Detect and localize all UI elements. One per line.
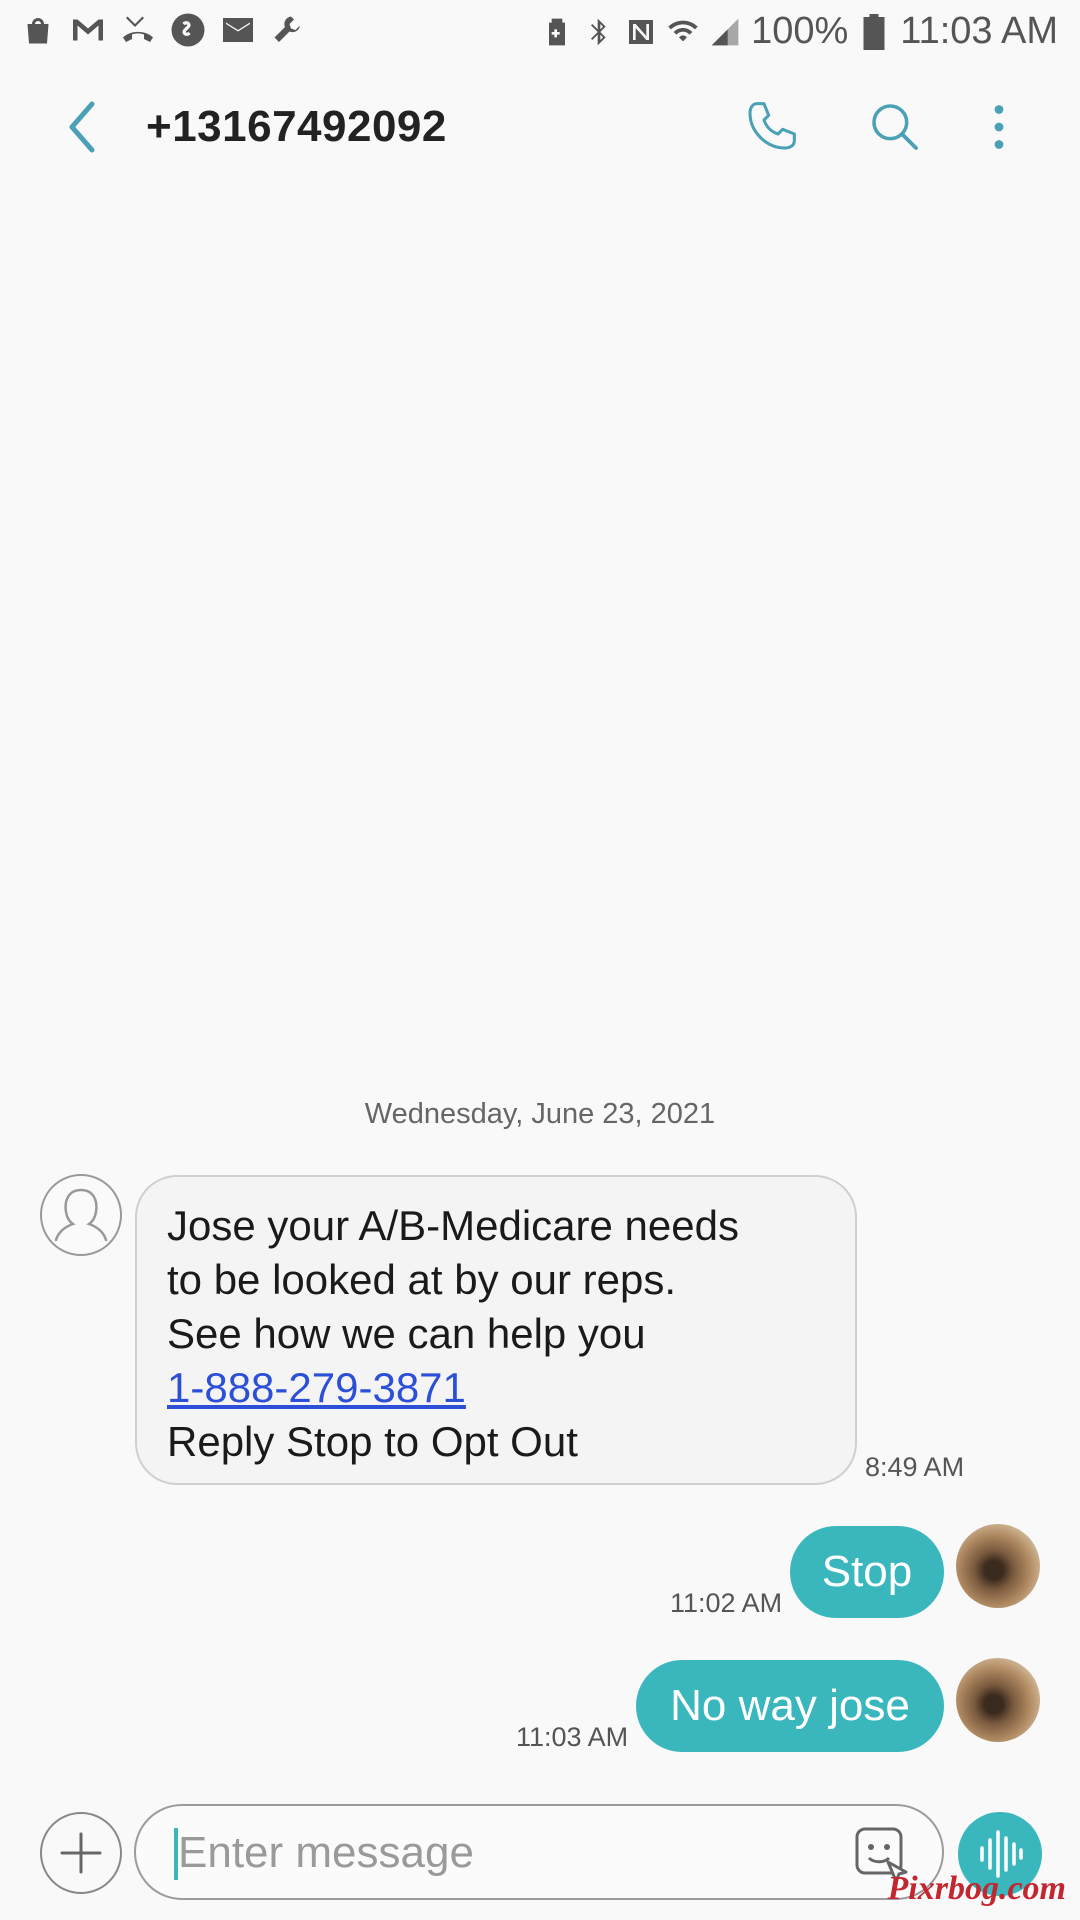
battery-saver-icon (549, 18, 566, 45)
phone-link[interactable]: 1-888-279-3871 (167, 1361, 825, 1415)
gmail-icon (73, 19, 103, 41)
conversation-header: +13167492092 (0, 62, 1080, 192)
missed-call-icon (123, 16, 153, 42)
message-timestamp: 11:02 AM (670, 1588, 783, 1618)
search-button[interactable] (858, 90, 932, 164)
date-separator: Wednesday, June 23, 2021 (364, 1098, 716, 1130)
email-icon (223, 18, 253, 42)
message-input[interactable] (176, 1822, 830, 1884)
message-field[interactable] (134, 1804, 944, 1900)
system-indicators: 100% 11:03 AM (541, 10, 1058, 53)
more-options-button[interactable] (962, 90, 1036, 164)
attach-button[interactable] (40, 1812, 122, 1894)
wifi-icon (668, 20, 698, 41)
nfc-icon (629, 19, 654, 44)
message-line: Jose your A/B-Medicare needs (167, 1202, 739, 1249)
contact-number: +13167492092 (146, 102, 447, 151)
status-bar: 100% 11:03 AM (0, 0, 1080, 62)
person-outline-icon (54, 1188, 108, 1242)
call-button[interactable] (734, 90, 808, 164)
plus-icon (60, 1832, 102, 1874)
shazam-icon (171, 13, 205, 47)
outgoing-message[interactable]: Stop (790, 1526, 944, 1618)
search-icon (872, 104, 918, 150)
incoming-message[interactable]: Jose your A/B-Medicare needs to be looke… (135, 1175, 857, 1485)
back-arrow-icon (69, 101, 95, 153)
battery-percent: 100% (751, 10, 849, 52)
signal-icon (711, 18, 739, 45)
shopping-bag-icon (27, 18, 49, 44)
user-avatar[interactable] (956, 1524, 1040, 1608)
message-line: to be looked at by our reps. (167, 1256, 676, 1303)
watermark: Pixrbog.com (887, 1870, 1066, 1907)
sender-avatar[interactable] (40, 1174, 122, 1256)
phone-icon (748, 102, 796, 150)
more-vertical-icon (994, 105, 1004, 149)
bluetooth-icon (591, 18, 606, 45)
message-line: See how we can help you (167, 1310, 646, 1357)
battery-icon (863, 13, 885, 50)
user-avatar[interactable] (956, 1658, 1040, 1742)
message-timestamp: 11:03 AM (516, 1722, 629, 1752)
back-button[interactable] (58, 92, 108, 162)
message-line: Reply Stop to Opt Out (167, 1418, 578, 1465)
notification-icons (20, 12, 306, 48)
wrench-icon (274, 16, 300, 42)
status-time: 11:03 AM (900, 10, 1058, 52)
outgoing-message[interactable]: No way jose (636, 1660, 944, 1752)
message-timestamp: 8:49 AM (865, 1452, 965, 1482)
